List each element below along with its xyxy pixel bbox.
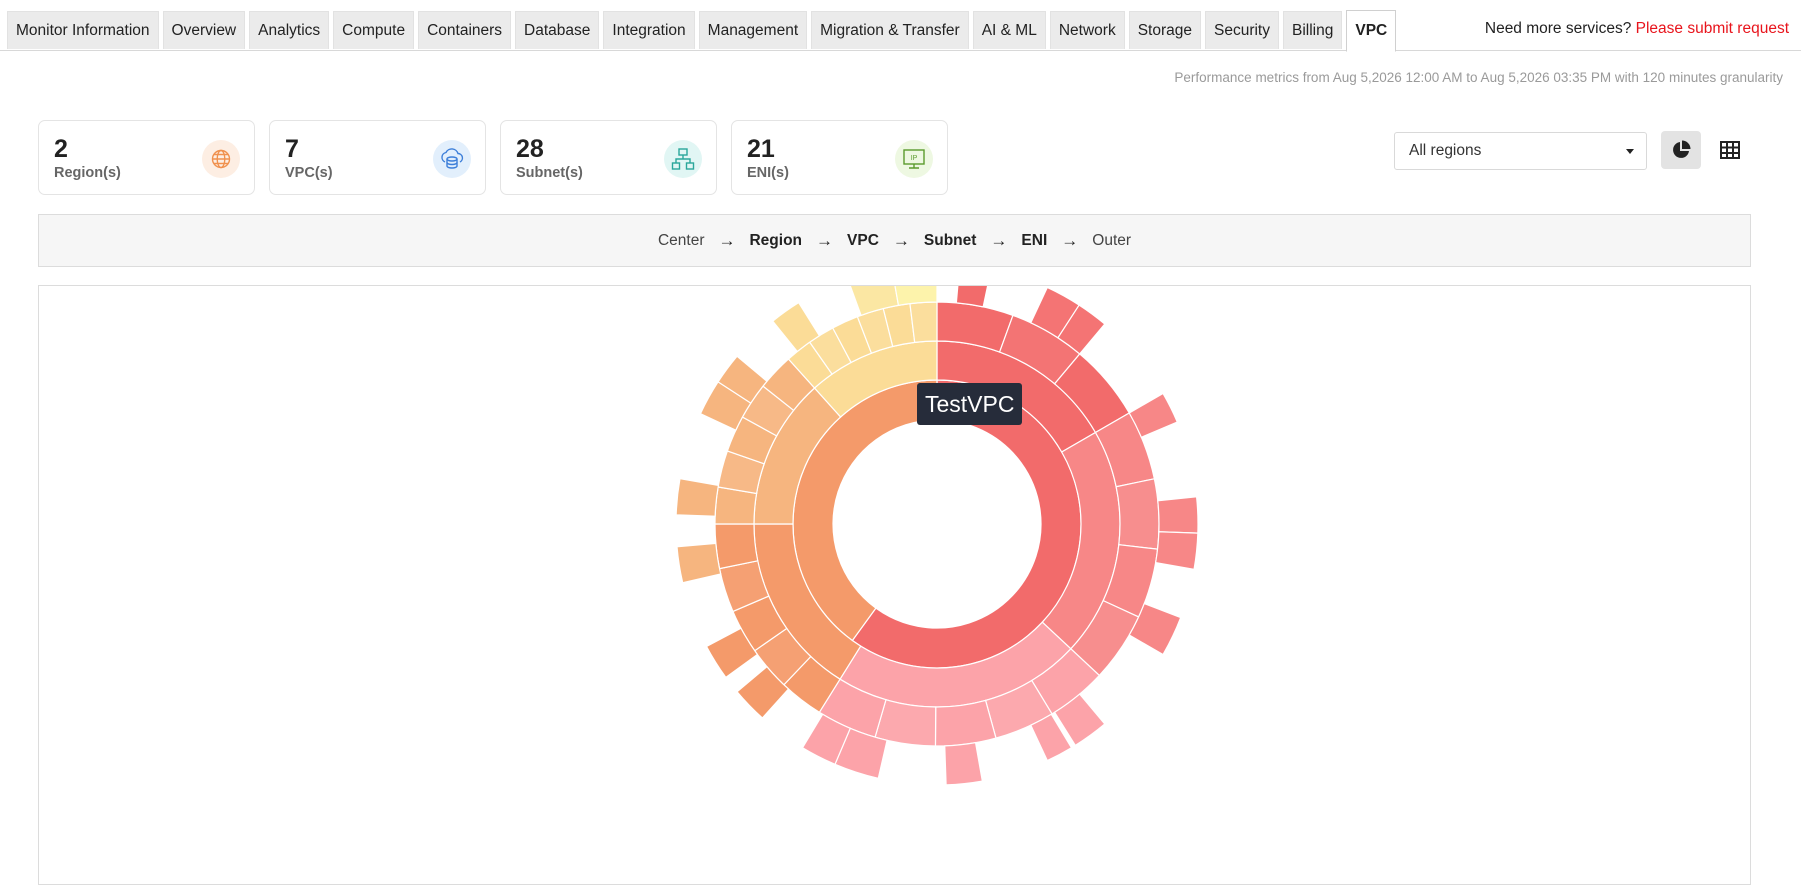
sunburst-eni-segment[interactable] bbox=[1154, 531, 1199, 571]
table-view-button[interactable] bbox=[1710, 131, 1750, 169]
tab-security[interactable]: Security bbox=[1205, 11, 1279, 49]
need-more-text: Need more services? bbox=[1484, 20, 1632, 37]
chevron-down-icon bbox=[1626, 149, 1634, 154]
tab-storage[interactable]: Storage bbox=[1128, 11, 1201, 49]
arrow-right-icon: → bbox=[1061, 230, 1079, 250]
sunburst-eni-segment[interactable] bbox=[944, 741, 984, 786]
summary-card-value: 28 bbox=[516, 135, 544, 163]
ip-monitor-icon: IP bbox=[895, 140, 933, 178]
summary-card-label: Region(s) bbox=[54, 165, 121, 181]
sunburst-subnet-segment[interactable] bbox=[714, 523, 759, 570]
summary-card-enis: 21 ENI(s) IP bbox=[731, 120, 948, 195]
breadcrumb-step-region: Region bbox=[749, 231, 803, 249]
tab-management[interactable]: Management bbox=[698, 11, 808, 49]
tab-overview[interactable]: Overview bbox=[162, 11, 246, 49]
summary-card-label: Subnet(s) bbox=[516, 165, 583, 181]
sunburst-eni-segment[interactable] bbox=[676, 542, 722, 584]
pie-view-button[interactable] bbox=[1661, 131, 1701, 169]
summary-card-subnets: 28 Subnet(s) bbox=[500, 120, 717, 195]
sunburst-subnet-segment[interactable] bbox=[934, 699, 997, 747]
tab-vpc[interactable]: VPC bbox=[1346, 10, 1397, 52]
tab-ai-ml[interactable]: AI & ML bbox=[972, 11, 1046, 49]
tab-migration-transfer[interactable]: Migration & Transfer bbox=[811, 11, 969, 49]
pie-chart-icon bbox=[1673, 140, 1691, 158]
summary-card-regions: 2 Region(s) bbox=[38, 120, 255, 195]
top-navigation: Monitor Information Overview Analytics Comp… bbox=[0, 0, 1801, 52]
breadcrumb-step-center: Center bbox=[657, 231, 705, 249]
tab-integration[interactable]: Integration bbox=[603, 11, 695, 49]
tab-compute[interactable]: Compute bbox=[333, 11, 415, 49]
sunburst-subnet-segment[interactable] bbox=[909, 301, 938, 344]
submit-request-link[interactable]: Please submit request bbox=[1636, 20, 1789, 37]
sunburst-chart-panel bbox=[38, 285, 1751, 885]
summary-card-vpcs: 7 VPC(s) bbox=[269, 120, 486, 195]
network-tree-icon bbox=[664, 140, 702, 178]
tab-database[interactable]: Database bbox=[515, 11, 600, 49]
sunburst-chart bbox=[675, 286, 1199, 786]
service-request: Need more services? Please submit reques… bbox=[1485, 20, 1789, 38]
svg-text:IP: IP bbox=[911, 155, 918, 162]
tab-containers[interactable]: Containers bbox=[418, 11, 512, 49]
region-select[interactable]: All regions bbox=[1394, 132, 1647, 170]
tab-analytics[interactable]: Analytics bbox=[249, 11, 330, 49]
summary-card-value: 21 bbox=[747, 135, 775, 163]
service-tabs: Monitor Information Overview Analytics Comp… bbox=[7, 10, 1397, 52]
sunburst-eni-segment[interactable] bbox=[1157, 496, 1199, 534]
breadcrumb-step-outer: Outer bbox=[1092, 231, 1132, 249]
tab-network[interactable]: Network bbox=[1049, 11, 1125, 49]
breadcrumb-step-vpc: VPC bbox=[847, 231, 879, 249]
breadcrumb-step-eni: ENI bbox=[1021, 231, 1048, 249]
breadcrumb-step-subnet: Subnet bbox=[923, 231, 977, 249]
sunburst-eni-segment[interactable] bbox=[955, 286, 991, 308]
region-select-value: All regions bbox=[1409, 142, 1482, 159]
cloud-database-icon bbox=[433, 140, 471, 178]
summary-card-value: 7 bbox=[285, 135, 299, 163]
summary-card-label: VPC(s) bbox=[285, 165, 333, 181]
globe-icon bbox=[202, 140, 240, 178]
performance-metrics-text: Performance metrics from Aug 5,2026 12:0… bbox=[1174, 70, 1783, 85]
sunburst-eni-segment[interactable] bbox=[675, 477, 720, 517]
summary-card-label: ENI(s) bbox=[747, 165, 789, 181]
chart-tooltip: TestVPC bbox=[917, 383, 1023, 425]
summary-card-value: 2 bbox=[54, 135, 68, 163]
table-grid-icon bbox=[1720, 141, 1740, 159]
tab-billing[interactable]: Billing bbox=[1283, 11, 1343, 49]
arrow-right-icon: → bbox=[990, 230, 1008, 250]
arrow-right-icon: → bbox=[892, 230, 910, 250]
sunburst-subnet-segment[interactable] bbox=[1115, 478, 1160, 550]
arrow-right-icon: → bbox=[816, 230, 834, 250]
sunburst-eni-segment[interactable] bbox=[892, 286, 938, 307]
summary-cards: 2 Region(s) 7 VPC(s) 28 Subnet(s) 21 ENI… bbox=[38, 120, 948, 195]
sunburst-breadcrumb: Center → Region → VPC → Subnet → ENI → Outer bbox=[38, 214, 1751, 267]
tab-monitor-information[interactable]: Monitor Information bbox=[7, 11, 159, 49]
arrow-right-icon: → bbox=[718, 230, 736, 250]
